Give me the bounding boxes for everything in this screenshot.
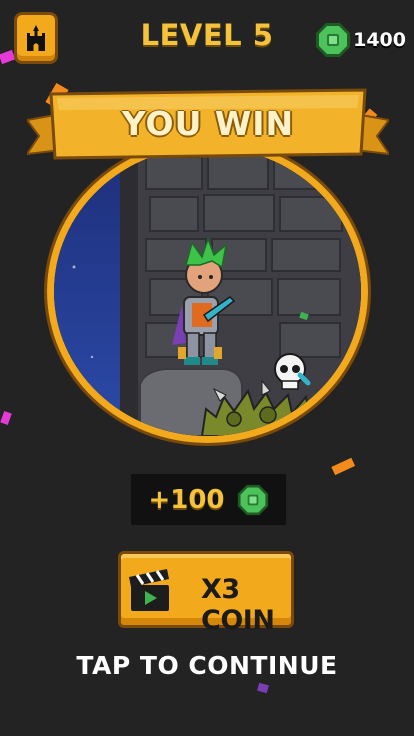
x3-coin-button[interactable]: X3 COIN [118, 551, 294, 636]
banner-title: YOU WIN [121, 104, 295, 143]
green-gem-icon [316, 23, 351, 57]
gem-count: 1400 [353, 29, 406, 51]
level-scene-illustration [47, 140, 368, 443]
gem-counter: 1400 [315, 20, 406, 60]
clapperboard-video-icon [129, 569, 169, 611]
green-gem-icon [237, 484, 268, 515]
reward-panel: +100 [131, 474, 286, 525]
you-win-banner: YOU WIN [27, 88, 389, 160]
x3-coin-label: X3 COIN [201, 574, 275, 636]
tap-to-continue-prompt[interactable]: TAP TO CONTINUE [0, 651, 414, 680]
reward-amount: +100 [148, 484, 225, 515]
